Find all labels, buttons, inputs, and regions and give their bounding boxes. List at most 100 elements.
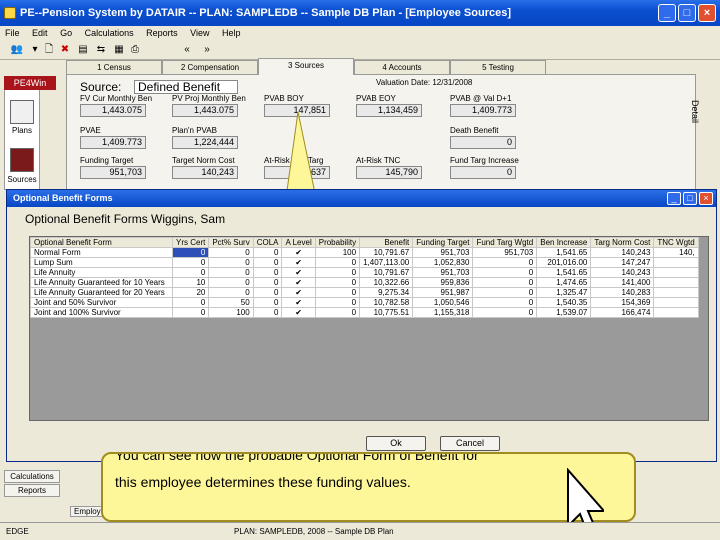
table-cell[interactable]: 0: [252, 307, 283, 318]
sidebar-item-plans[interactable]: Plans: [2, 126, 42, 135]
tab-census[interactable]: 1 Census: [66, 60, 162, 75]
table-cell[interactable]: 0: [171, 257, 210, 268]
table-cell[interactable]: 0: [314, 267, 361, 278]
col-header[interactable]: TNC Wgtd: [653, 237, 699, 248]
table-cell[interactable]: 0: [208, 257, 254, 268]
table-cell[interactable]: 140,243: [590, 247, 655, 258]
people-icon[interactable]: 👥: [10, 43, 24, 56]
table-cell[interactable]: Normal Form: [30, 247, 173, 258]
menu-view[interactable]: View: [190, 28, 209, 38]
table-cell[interactable]: ✔: [281, 247, 316, 258]
table-cell[interactable]: ✔: [281, 287, 316, 298]
table-row[interactable]: Joint and 100% Survivor 0 100 0 ✔ 0 10,775.51 1…: [30, 307, 699, 318]
table-row[interactable]: Joint and 50% Survivor 0 50 0 ✔ 0 10,782.58 1,0…: [30, 297, 699, 308]
table-cell[interactable]: 0: [171, 247, 210, 258]
menu-calculations[interactable]: Calculations: [85, 28, 134, 38]
table-cell[interactable]: 140,243: [590, 267, 655, 278]
table-row[interactable]: Normal Form 0 0 0 ✔ 100 10,791.67 951,703 951,70…: [30, 247, 699, 258]
table-cell[interactable]: Joint and 100% Survivor: [30, 307, 173, 318]
table-cell[interactable]: 100: [314, 247, 361, 258]
table-cell[interactable]: 10: [171, 277, 210, 288]
col-header[interactable]: Targ Norm Cost: [590, 237, 655, 248]
nav-calculations[interactable]: Calculations: [4, 470, 60, 483]
table-row[interactable]: Life Annuity Guaranteed for 20 Years 20 0 0…: [30, 287, 699, 298]
calculator-icon[interactable]: ▦: [112, 43, 126, 56]
table-cell[interactable]: 100: [208, 307, 254, 318]
table-cell[interactable]: 1,052,830: [412, 257, 474, 268]
source-select[interactable]: Defined Benefit: [134, 80, 238, 94]
table-cell[interactable]: 147,247: [590, 257, 655, 268]
minimize-button[interactable]: _: [658, 4, 676, 22]
table-cell[interactable]: 951,987: [412, 287, 474, 298]
table-cell[interactable]: 0: [472, 287, 538, 298]
table-cell[interactable]: [653, 287, 699, 298]
tab-employee[interactable]: Employ: [70, 506, 105, 517]
table-cell[interactable]: 10,791.67: [359, 267, 414, 278]
table-cell[interactable]: 20: [171, 287, 210, 298]
close-button[interactable]: ×: [698, 4, 716, 22]
sidebar-item-sources[interactable]: Sources: [2, 175, 42, 184]
dialog-close-button[interactable]: ×: [699, 192, 713, 205]
table-cell[interactable]: 0: [314, 297, 361, 308]
folder-icon[interactable]: ▤: [76, 43, 90, 56]
table-cell[interactable]: 951,703: [412, 267, 474, 278]
table-cell[interactable]: 154,369: [590, 297, 655, 308]
col-header[interactable]: Benefit: [359, 237, 414, 248]
table-cell[interactable]: 10,775.51: [359, 307, 414, 318]
table-cell[interactable]: Joint and 50% Survivor: [30, 297, 173, 308]
table-cell[interactable]: 0: [314, 277, 361, 288]
ok-button[interactable]: Ok: [366, 436, 426, 451]
table-cell[interactable]: 951,703: [472, 247, 538, 258]
table-cell[interactable]: 0: [252, 267, 283, 278]
table-cell[interactable]: 0: [252, 287, 283, 298]
dialog-minimize-button[interactable]: _: [667, 192, 681, 205]
table-cell[interactable]: 0: [472, 267, 538, 278]
table-cell[interactable]: 0: [208, 267, 254, 278]
table-cell[interactable]: 0: [472, 297, 538, 308]
col-header[interactable]: Yrs Cert: [171, 237, 210, 248]
table-cell[interactable]: Lump Sum: [30, 257, 173, 268]
maximize-button[interactable]: □: [678, 4, 696, 22]
detail-tab[interactable]: Detail: [690, 100, 700, 123]
table-cell[interactable]: 201,016.00: [536, 257, 592, 268]
table-cell[interactable]: 50: [208, 297, 254, 308]
previous-record-icon[interactable]: «: [180, 43, 194, 56]
table-cell[interactable]: 0: [314, 257, 361, 268]
table-cell[interactable]: 1,407,113.00: [359, 257, 414, 268]
dialog-maximize-button[interactable]: □: [683, 192, 697, 205]
table-cell[interactable]: [653, 277, 699, 288]
table-cell[interactable]: 951,703: [412, 247, 474, 258]
table-cell[interactable]: [653, 267, 699, 278]
table-cell[interactable]: 0: [252, 297, 283, 308]
move-icon[interactable]: ⇆: [94, 43, 108, 56]
table-cell[interactable]: ✔: [281, 297, 316, 308]
col-header[interactable]: Pct% Surv: [208, 237, 254, 248]
table-cell[interactable]: 0: [208, 277, 254, 288]
table-cell[interactable]: Life Annuity Guaranteed for 10 Years: [30, 277, 173, 288]
table-cell[interactable]: 0: [472, 277, 538, 288]
nav-reports[interactable]: Reports: [4, 484, 60, 497]
col-header[interactable]: Optional Benefit Form: [30, 237, 173, 248]
dropdown-icon[interactable]: ▾: [28, 43, 42, 56]
col-header[interactable]: A Level: [281, 237, 316, 248]
table-row[interactable]: Life Annuity 0 0 0 ✔ 0 10,791.67 951,703 0 1,541.…: [30, 267, 699, 278]
table-cell[interactable]: 0: [472, 257, 538, 268]
tab-sources[interactable]: 3 Sources: [258, 58, 354, 75]
table-cell[interactable]: 10,791.67: [359, 247, 414, 258]
col-header[interactable]: Fund Targ Wgtd: [472, 237, 538, 248]
sources-icon[interactable]: [10, 148, 34, 172]
table-cell[interactable]: 140,283: [590, 287, 655, 298]
table-cell[interactable]: 1,050,546: [412, 297, 474, 308]
col-header[interactable]: Ben Increase: [536, 237, 592, 248]
table-cell[interactable]: 0: [314, 307, 361, 318]
table-cell[interactable]: 0: [208, 287, 254, 298]
table-cell[interactable]: [653, 257, 699, 268]
col-header[interactable]: Probability: [314, 237, 361, 248]
menu-go[interactable]: Go: [60, 28, 72, 38]
plans-icon[interactable]: [10, 100, 34, 124]
table-cell[interactable]: 10,322.66: [359, 277, 414, 288]
table-cell[interactable]: 0: [252, 257, 283, 268]
table-cell[interactable]: 1,474.65: [536, 277, 592, 288]
table-cell[interactable]: [653, 297, 699, 308]
table-cell[interactable]: 1,539.07: [536, 307, 592, 318]
